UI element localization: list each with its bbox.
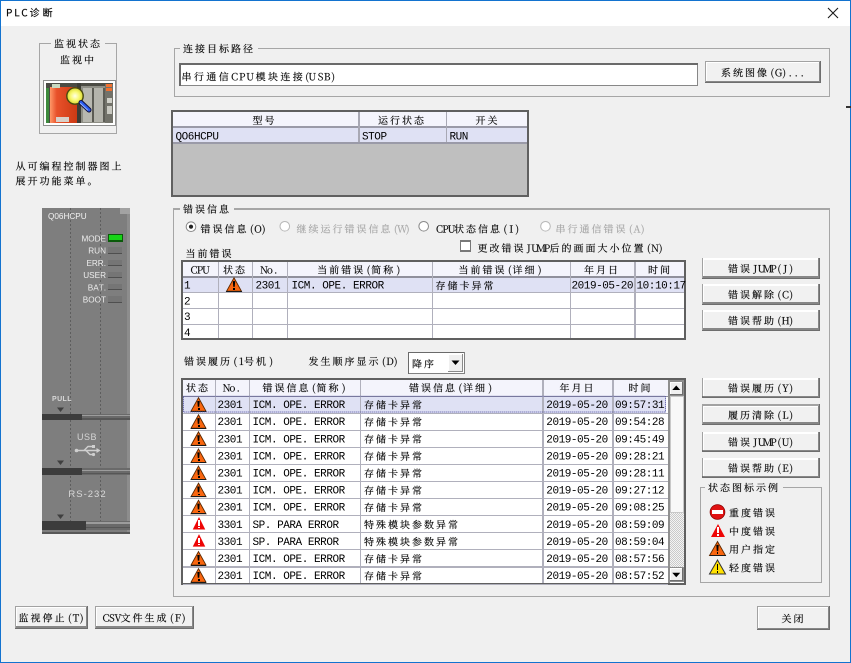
svg-text:2301: 2301 xyxy=(218,400,243,412)
svg-text:2019-05-20: 2019-05-20 xyxy=(546,451,608,463)
svg-text:BAT.: BAT. xyxy=(88,283,106,292)
svg-text:ICM. OPE. ERROR: ICM. OPE. ERROR xyxy=(253,503,346,515)
svg-text:RS-232: RS-232 xyxy=(68,489,106,500)
svg-text:RUN: RUN xyxy=(450,132,468,144)
svg-text:2019-05-20: 2019-05-20 xyxy=(546,537,608,549)
svg-text:09:54:28: 09:54:28 xyxy=(615,417,664,429)
svg-text:3301: 3301 xyxy=(218,520,243,532)
svg-text:2019-05-20: 2019-05-20 xyxy=(546,571,608,583)
svg-text:ICM. OPE. ERROR: ICM. OPE. ERROR xyxy=(292,281,385,293)
svg-text:2019-05-20: 2019-05-20 xyxy=(546,469,608,481)
svg-text:09:28:11: 09:28:11 xyxy=(615,469,665,481)
svg-text:ICM. OPE. ERROR: ICM. OPE. ERROR xyxy=(253,417,346,429)
svg-text:2019-05-20: 2019-05-20 xyxy=(546,503,608,515)
svg-text:08:57:52: 08:57:52 xyxy=(615,571,664,583)
svg-text:2301: 2301 xyxy=(218,503,243,515)
svg-text:2019-05-20: 2019-05-20 xyxy=(546,417,608,429)
svg-text:2301: 2301 xyxy=(256,281,281,293)
svg-text:2019-05-20: 2019-05-20 xyxy=(546,554,608,566)
svg-text:08:57:56: 08:57:56 xyxy=(615,554,664,566)
svg-text:4: 4 xyxy=(184,328,191,340)
svg-text:08:59:04: 08:59:04 xyxy=(615,537,665,549)
svg-text:2019-05-20: 2019-05-20 xyxy=(572,281,634,293)
svg-text:3301: 3301 xyxy=(218,537,243,549)
svg-text:SP. PARA ERROR: SP. PARA ERROR xyxy=(253,520,340,532)
svg-text:2019-05-20: 2019-05-20 xyxy=(546,400,608,412)
svg-text:2301: 2301 xyxy=(218,554,243,566)
svg-text:2301: 2301 xyxy=(218,417,243,429)
svg-text:SP. PARA ERROR: SP. PARA ERROR xyxy=(253,537,340,549)
svg-text:BOOT: BOOT xyxy=(83,296,106,305)
svg-text:PULL: PULL xyxy=(52,396,72,403)
svg-text:ICM. OPE. ERROR: ICM. OPE. ERROR xyxy=(253,486,346,498)
svg-text:ICM. OPE. ERROR: ICM. OPE. ERROR xyxy=(253,469,346,481)
svg-text:2019-05-20: 2019-05-20 xyxy=(546,486,608,498)
svg-text:2: 2 xyxy=(184,296,190,308)
svg-text:2019-05-20: 2019-05-20 xyxy=(546,434,608,446)
svg-text:2301: 2301 xyxy=(218,451,243,463)
svg-text:STOP: STOP xyxy=(362,132,387,144)
svg-text:2019-05-20: 2019-05-20 xyxy=(546,520,608,532)
svg-text:09:27:12: 09:27:12 xyxy=(615,486,664,498)
svg-text:ICM. OPE. ERROR: ICM. OPE. ERROR xyxy=(253,400,346,412)
svg-text:09:57:31: 09:57:31 xyxy=(615,400,665,412)
svg-text:USER: USER xyxy=(83,271,106,280)
svg-text:09:28:21: 09:28:21 xyxy=(615,451,665,463)
svg-text:ICM. OPE. ERROR: ICM. OPE. ERROR xyxy=(253,554,346,566)
svg-text:09:45:49: 09:45:49 xyxy=(615,434,664,446)
svg-text:09:08:25: 09:08:25 xyxy=(615,503,664,515)
svg-text:ICM. OPE. ERROR: ICM. OPE. ERROR xyxy=(253,451,346,463)
svg-text:RUN: RUN xyxy=(88,247,106,256)
svg-text:USB: USB xyxy=(77,432,97,442)
svg-text:08:59:09: 08:59:09 xyxy=(615,520,664,532)
svg-text:ERR.: ERR. xyxy=(86,259,106,268)
svg-text:2301: 2301 xyxy=(218,469,243,481)
svg-text:QO6HCPU: QO6HCPU xyxy=(176,132,219,144)
svg-text:2301: 2301 xyxy=(218,571,243,583)
svg-text:1: 1 xyxy=(184,281,191,293)
svg-text:MODE: MODE xyxy=(81,235,106,244)
svg-text:Q06HCPU: Q06HCPU xyxy=(48,212,87,221)
svg-text:3: 3 xyxy=(184,312,190,324)
svg-text:ICM. OPE. ERROR: ICM. OPE. ERROR xyxy=(253,434,346,446)
svg-text:ICM. OPE. ERROR: ICM. OPE. ERROR xyxy=(253,571,346,583)
svg-text:10:10:17: 10:10:17 xyxy=(637,281,686,293)
svg-text:2301: 2301 xyxy=(218,486,243,498)
svg-text:2301: 2301 xyxy=(218,434,243,446)
